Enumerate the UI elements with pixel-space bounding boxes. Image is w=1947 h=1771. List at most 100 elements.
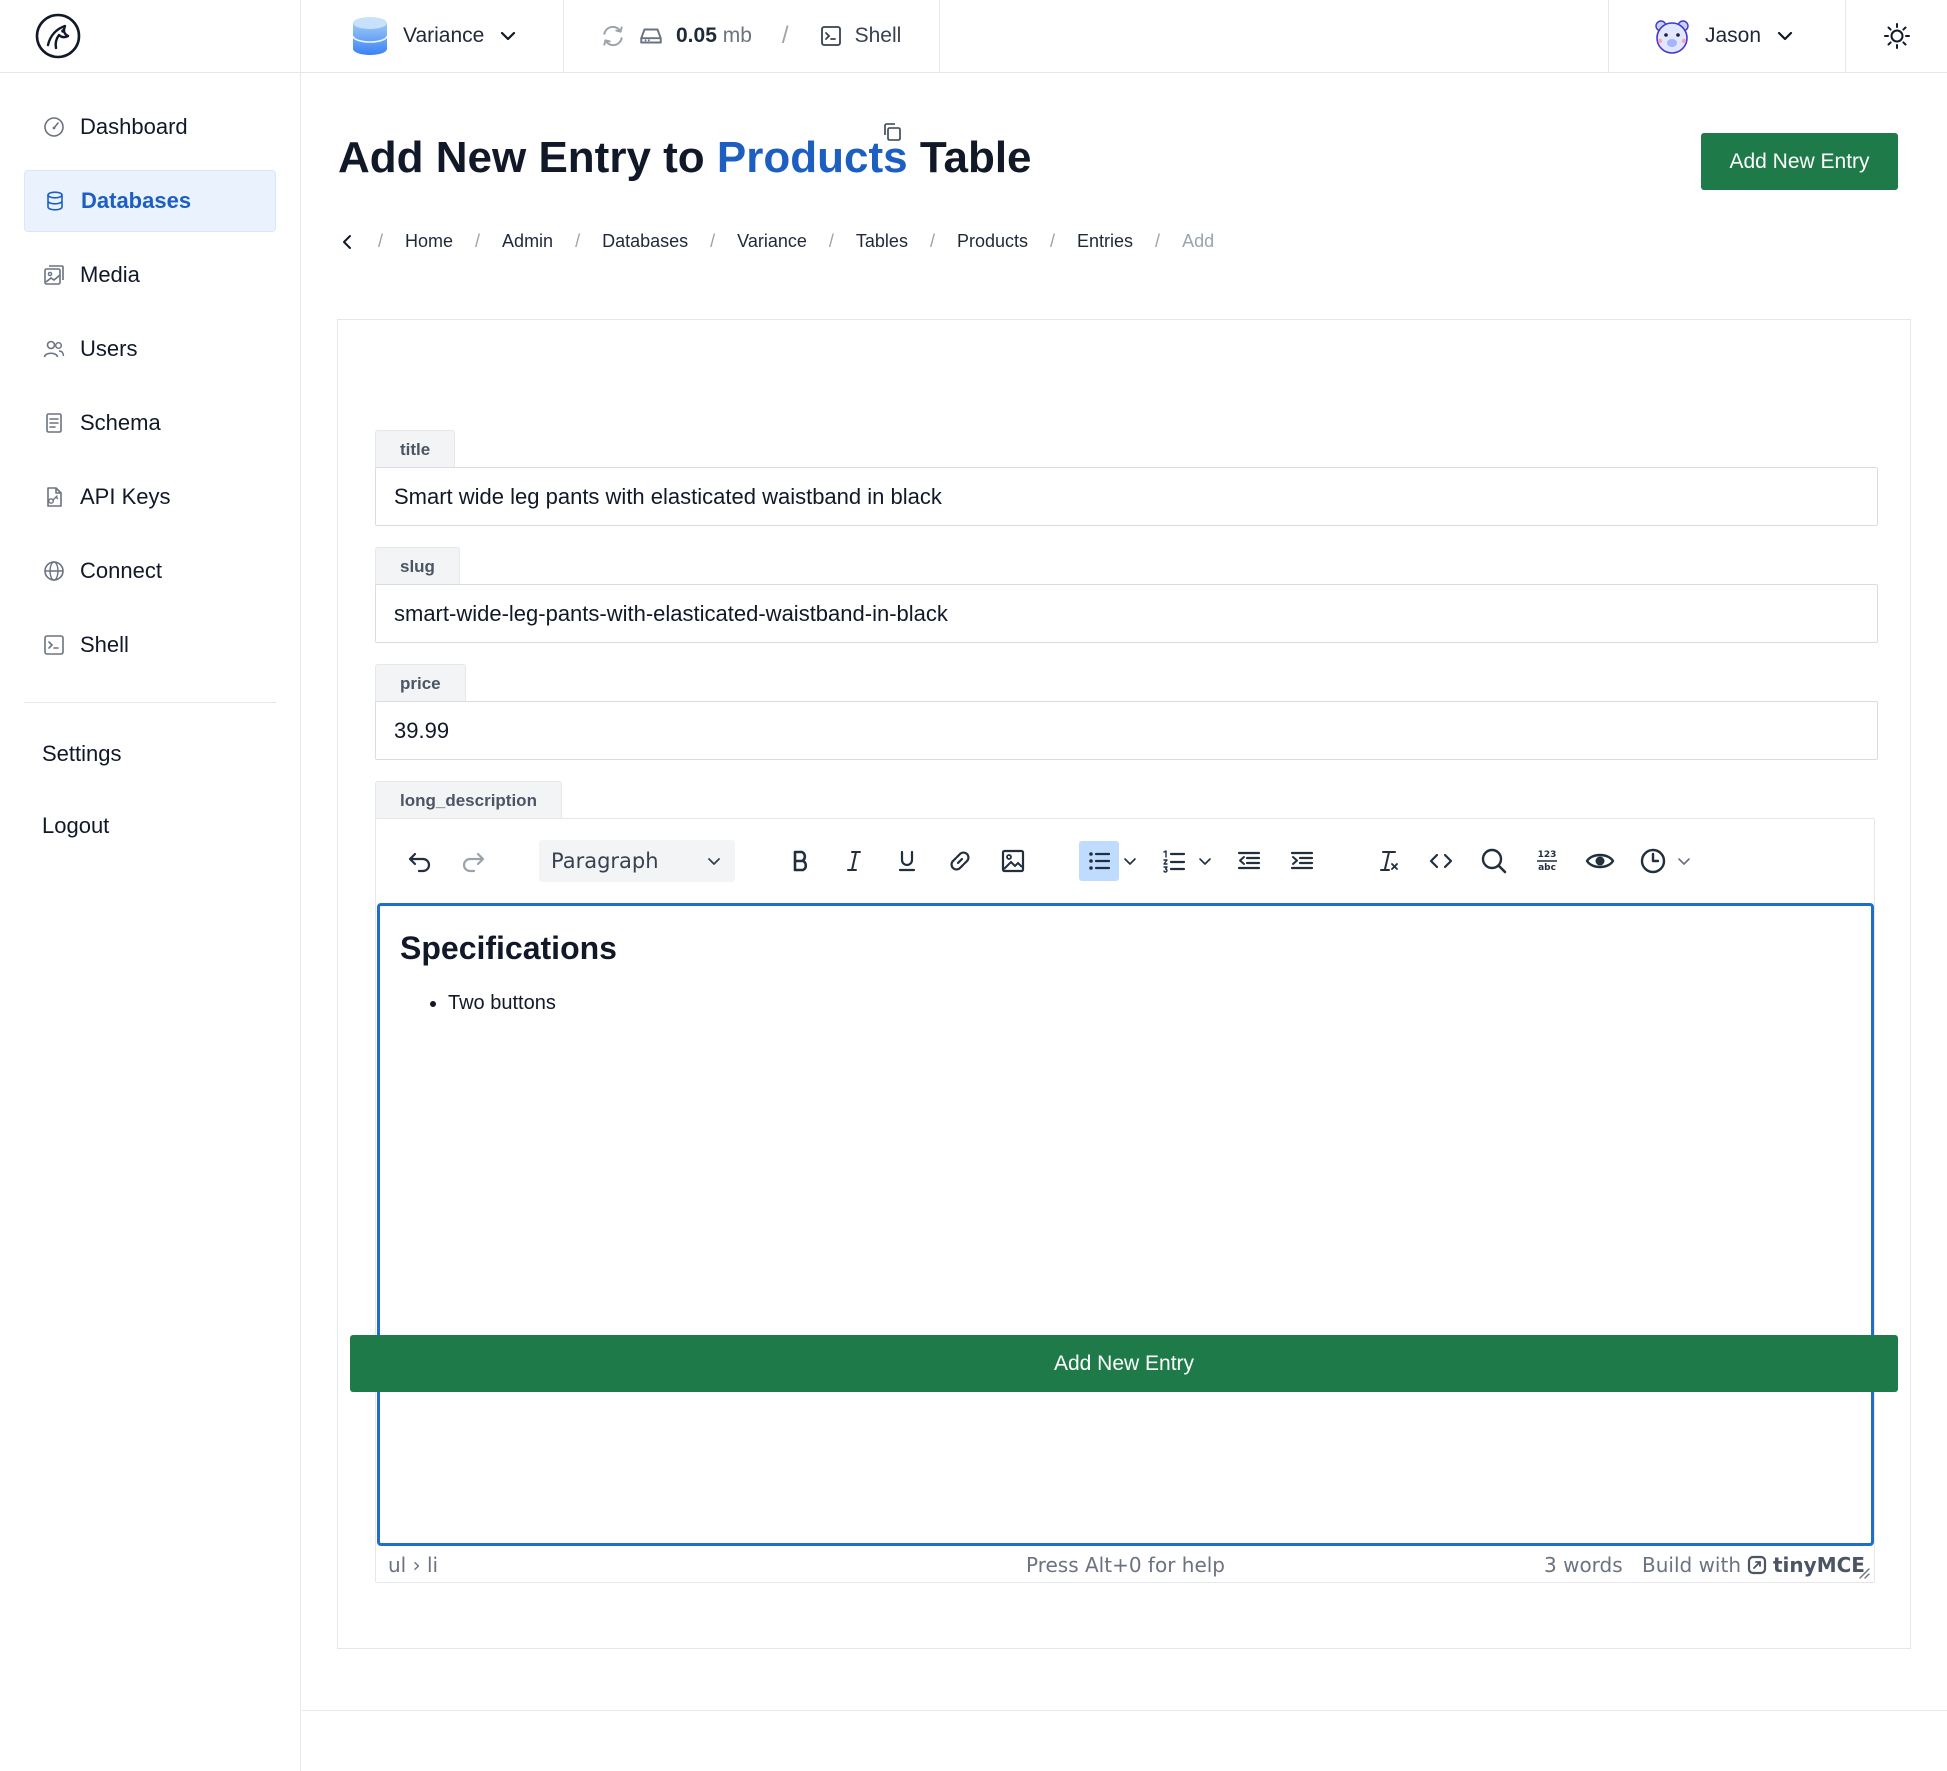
editor-content-area[interactable]: Specifications Two buttons — [377, 903, 1874, 1546]
breadcrumb-products[interactable]: Products — [957, 231, 1028, 252]
bullet-list-button[interactable] — [1079, 841, 1119, 881]
breadcrumb-separator: / — [378, 231, 384, 251]
element-path[interactable]: ul › li — [388, 1553, 438, 1577]
word-count[interactable]: 3 words — [1544, 1553, 1623, 1577]
sidebar-item-dashboard[interactable]: Dashboard — [24, 96, 276, 158]
media-icon — [44, 265, 64, 285]
sidebar-item-label: API Keys — [80, 484, 171, 509]
outdent-icon — [1237, 851, 1261, 870]
breadcrumb-admin[interactable]: Admin — [502, 231, 553, 252]
long-description-label: long_description — [375, 781, 562, 819]
title-field[interactable] — [375, 467, 1878, 526]
indent-button[interactable] — [1282, 841, 1322, 881]
bullet-list-options-button[interactable] — [1119, 841, 1141, 881]
redo-button[interactable] — [453, 841, 493, 881]
underline-icon — [898, 850, 916, 872]
breadcrumb-separator: / — [710, 231, 716, 251]
breadcrumb-separator: / — [575, 231, 581, 251]
refresh-icon[interactable] — [600, 23, 626, 49]
storage-unit: mb — [722, 24, 752, 47]
spellcheck-button[interactable]: 123 abc — [1527, 841, 1567, 881]
rich-text-editor: Paragraph 123 abc Specifications • Two b… — [375, 818, 1875, 1583]
breadcrumb: / Home / Admin / Databases / Variance / … — [338, 231, 1214, 252]
shell-link-label: Shell — [854, 24, 902, 47]
bold-icon — [793, 850, 808, 872]
chevron-down-icon — [501, 31, 516, 41]
sidebar-item-connect[interactable]: Connect — [24, 540, 276, 602]
sidebar-item-shell[interactable]: Shell — [24, 614, 276, 676]
history-options-button[interactable] — [1673, 841, 1695, 881]
slug-field[interactable] — [375, 584, 1878, 643]
sidebar-item-label: Shell — [80, 632, 129, 657]
breadcrumb-tables[interactable]: Tables — [856, 231, 908, 252]
preview-button[interactable] — [1580, 841, 1620, 881]
sidebar-item-media[interactable]: Media — [24, 244, 276, 306]
storage-stats: 0.05 mb / Shell — [564, 0, 940, 72]
chevron-left-icon[interactable] — [338, 233, 356, 251]
bold-button[interactable] — [781, 841, 821, 881]
chevron-down-icon — [1124, 858, 1136, 865]
image-button[interactable] — [993, 841, 1033, 881]
resize-handle-icon[interactable] — [1856, 1565, 1870, 1579]
redo-icon — [462, 852, 485, 873]
breadcrumb-separator: / — [929, 231, 935, 251]
app-logo-icon[interactable] — [34, 12, 82, 60]
spellcheck-icon: 123 abc — [1537, 850, 1557, 873]
breadcrumb-variance[interactable]: Variance — [737, 231, 807, 252]
brand-prefix: Build with — [1642, 1553, 1741, 1577]
clear-format-button[interactable] — [1368, 841, 1408, 881]
brand-name: tinyMCE — [1773, 1553, 1865, 1577]
link-icon — [950, 851, 970, 871]
chevron-down-icon — [1777, 31, 1793, 41]
chevron-down-icon — [1678, 858, 1690, 865]
editor-statusbar: ul › li Press Alt+0 for help 3 words Bui… — [376, 1547, 1874, 1583]
user-menu[interactable]: Jason — [1608, 0, 1845, 72]
settings-link[interactable]: Settings — [24, 723, 276, 785]
breadcrumb-separator: / — [475, 231, 481, 251]
search-icon — [1481, 848, 1507, 874]
outdent-button[interactable] — [1229, 841, 1269, 881]
link-button[interactable] — [940, 841, 980, 881]
submit-entry-button[interactable]: Add New Entry — [350, 1335, 1898, 1392]
add-new-entry-button[interactable]: Add New Entry — [1701, 133, 1898, 190]
underline-button[interactable] — [887, 841, 927, 881]
preview-icon — [1585, 853, 1615, 869]
search-replace-button[interactable] — [1474, 841, 1514, 881]
italic-button[interactable] — [834, 841, 874, 881]
italic-icon — [847, 851, 861, 871]
block-format-select[interactable]: Paragraph — [539, 840, 735, 882]
price-field[interactable] — [375, 701, 1878, 760]
breadcrumb-separator: / — [1050, 231, 1056, 251]
svg-text:abc: abc — [1538, 863, 1556, 873]
main-content: Add New Entry to Products Table Add New … — [302, 73, 1947, 1771]
storage-value: 0.05 — [676, 24, 717, 47]
theme-toggle[interactable] — [1845, 0, 1947, 72]
breadcrumb-entries[interactable]: Entries — [1077, 231, 1133, 252]
numbered-list-icon — [1163, 850, 1186, 873]
users-icon — [43, 340, 65, 358]
breadcrumb-home[interactable]: Home — [405, 231, 453, 252]
main-bottom-divider — [302, 1710, 1947, 1711]
history-button[interactable] — [1633, 841, 1673, 881]
topbar-separator: / — [781, 22, 789, 49]
sidebar-item-api-keys[interactable]: API Keys — [24, 466, 276, 528]
sun-icon — [1883, 23, 1910, 49]
terminal-icon — [44, 635, 64, 655]
sidebar-item-schema[interactable]: Schema — [24, 392, 276, 454]
undo-button[interactable] — [400, 841, 440, 881]
logout-link[interactable]: Logout — [24, 795, 276, 857]
source-code-button[interactable] — [1421, 841, 1461, 881]
tinymce-brand-link[interactable]: Build with tinyMCE — [1642, 1553, 1865, 1577]
breadcrumb-databases[interactable]: Databases — [602, 231, 688, 252]
numbered-list-button[interactable] — [1154, 841, 1194, 881]
copy-icon[interactable] — [880, 120, 904, 144]
sidebar-item-label: Schema — [80, 410, 161, 435]
shell-link[interactable]: Shell — [819, 24, 902, 48]
numbered-list-options-button[interactable] — [1194, 841, 1216, 881]
sidebar-item-users[interactable]: Users — [24, 318, 276, 380]
document-icon — [46, 413, 62, 433]
editor-toolbar: Paragraph 123 abc — [376, 819, 1874, 903]
database-switcher[interactable]: Variance — [301, 0, 564, 72]
sidebar-item-databases[interactable]: Databases — [24, 170, 276, 232]
